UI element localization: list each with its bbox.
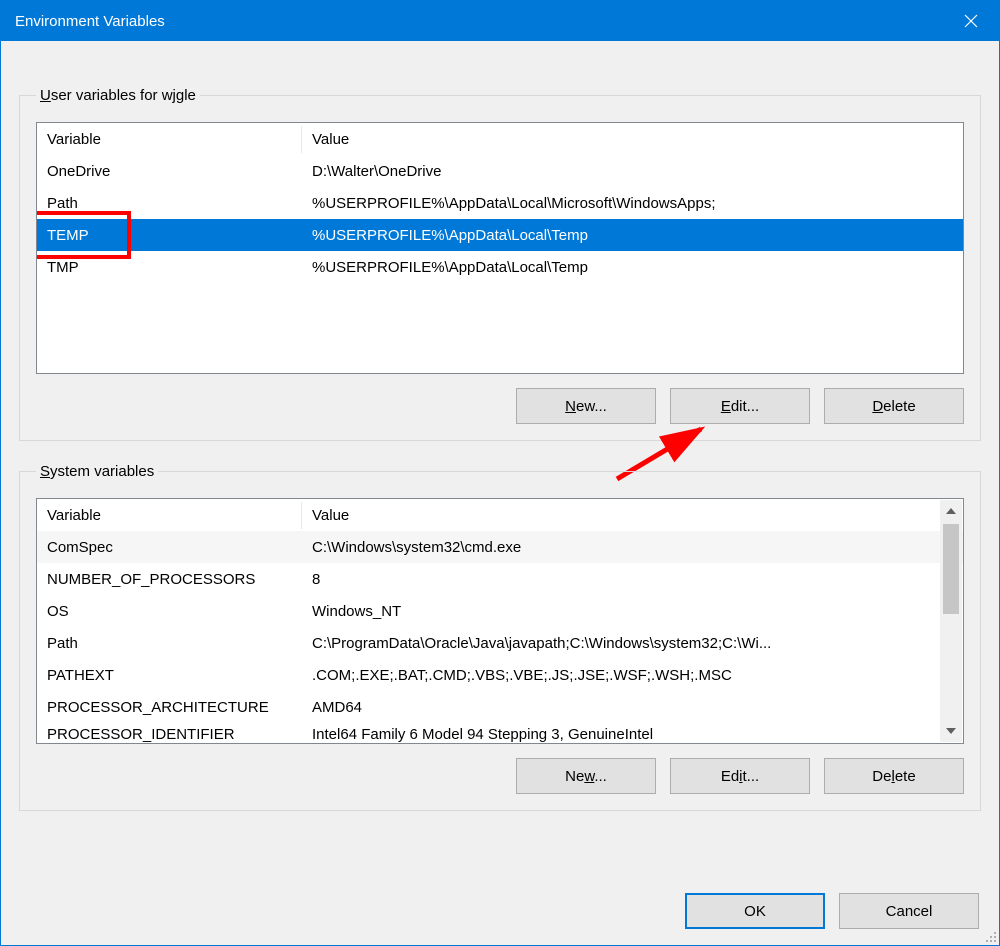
table-row[interactable]: OneDrive D:\Walter\OneDrive (37, 155, 963, 187)
scroll-thumb[interactable] (943, 524, 959, 614)
column-variable[interactable]: Variable (37, 502, 302, 529)
list-header: Variable Value (37, 123, 963, 155)
system-variables-group: System variables Variable Value ComSpec … (19, 463, 981, 811)
table-row[interactable]: OS Windows_NT (37, 595, 963, 627)
table-row-selected[interactable]: TEMP %USERPROFILE%\AppData\Local\Temp (37, 219, 963, 251)
table-row[interactable]: PROCESSOR_IDENTIFIER Intel64 Family 6 Mo… (37, 723, 963, 743)
column-variable[interactable]: Variable (37, 126, 302, 153)
table-row[interactable]: PROCESSOR_ARCHITECTURE AMD64 (37, 691, 963, 723)
system-new-button[interactable]: New... (516, 758, 656, 794)
system-variables-legend: System variables (36, 463, 158, 480)
user-new-button[interactable]: New... (516, 388, 656, 424)
resize-grip-icon[interactable] (983, 929, 997, 943)
titlebar: Environment Variables (1, 1, 999, 41)
scrollbar[interactable] (940, 500, 962, 742)
table-row[interactable]: NUMBER_OF_PROCESSORS 8 (37, 563, 963, 595)
close-icon (964, 14, 978, 28)
scroll-up-icon[interactable] (940, 500, 962, 522)
env-vars-dialog: Environment Variables User variables for… (0, 0, 1000, 946)
user-variables-group: User variables for wjgle Variable Value … (19, 87, 981, 441)
table-row[interactable]: ComSpec C:\Windows\system32\cmd.exe (37, 531, 963, 563)
ok-button[interactable]: OK (685, 893, 825, 929)
system-variables-list[interactable]: Variable Value ComSpec C:\Windows\system… (36, 498, 964, 744)
table-row[interactable]: Path %USERPROFILE%\AppData\Local\Microso… (37, 187, 963, 219)
column-value[interactable]: Value (302, 126, 963, 153)
table-row[interactable]: TMP %USERPROFILE%\AppData\Local\Temp (37, 251, 963, 283)
user-variables-list[interactable]: Variable Value OneDrive D:\Walter\OneDri… (36, 122, 964, 374)
user-edit-button[interactable]: Edit... (670, 388, 810, 424)
close-button[interactable] (943, 1, 999, 41)
column-value[interactable]: Value (302, 502, 963, 529)
scroll-down-icon[interactable] (940, 720, 962, 742)
cancel-button[interactable]: Cancel (839, 893, 979, 929)
table-row[interactable]: Path C:\ProgramData\Oracle\Java\javapath… (37, 627, 963, 659)
system-edit-button[interactable]: Edit... (670, 758, 810, 794)
user-variables-legend: User variables for wjgle (36, 87, 200, 104)
table-row[interactable]: PATHEXT .COM;.EXE;.BAT;.CMD;.VBS;.VBE;.J… (37, 659, 963, 691)
system-delete-button[interactable]: Delete (824, 758, 964, 794)
list-header: Variable Value (37, 499, 963, 531)
user-delete-button[interactable]: Delete (824, 388, 964, 424)
window-title: Environment Variables (15, 13, 165, 30)
